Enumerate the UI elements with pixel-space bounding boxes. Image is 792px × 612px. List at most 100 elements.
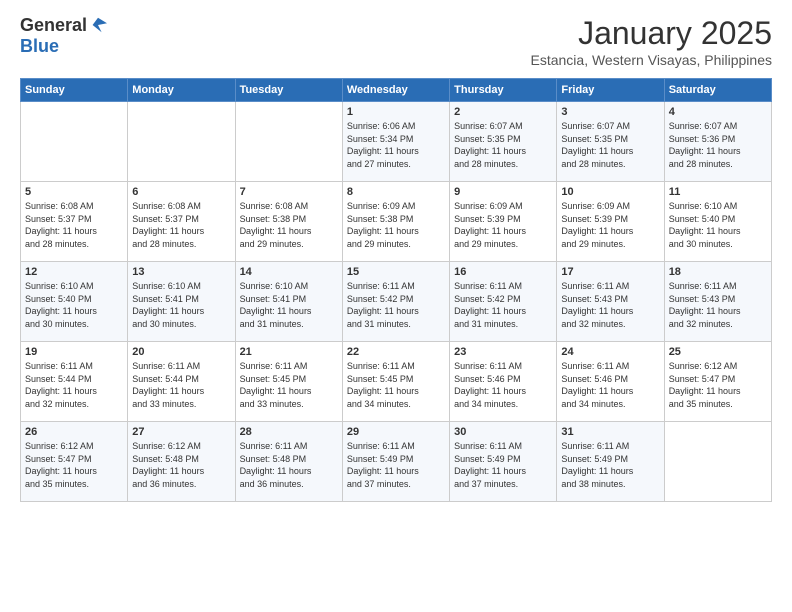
- calendar-cell: 21 Sunrise: 6:11 AM Sunset: 5:45 PM Dayli…: [235, 342, 342, 422]
- day-info: Sunrise: 6:10 AM Sunset: 5:41 PM Dayligh…: [132, 280, 230, 330]
- col-friday: Friday: [557, 79, 664, 102]
- logo-blue: Blue: [20, 36, 59, 56]
- day-number: 14: [240, 266, 338, 278]
- calendar-week-2: 5 Sunrise: 6:08 AM Sunset: 5:37 PM Daylig…: [21, 182, 772, 262]
- day-info: Sunrise: 6:11 AM Sunset: 5:42 PM Dayligh…: [347, 280, 445, 330]
- calendar-cell: 5 Sunrise: 6:08 AM Sunset: 5:37 PM Daylig…: [21, 182, 128, 262]
- calendar-cell: 8Sunrise: 6:09 AM Sunset: 5:38 PM Daylig…: [342, 182, 449, 262]
- day-number: 17: [561, 266, 659, 278]
- col-monday: Monday: [128, 79, 235, 102]
- day-info: Sunrise: 6:11 AM Sunset: 5:49 PM Dayligh…: [454, 440, 552, 490]
- calendar-cell: 10 Sunrise: 6:09 AM Sunset: 5:39 PM Dayli…: [557, 182, 664, 262]
- calendar-week-4: 19 Sunrise: 6:11 AM Sunset: 5:44 PM Dayli…: [21, 342, 772, 422]
- day-number: 7: [240, 186, 338, 198]
- day-info: Sunrise: 6:12 AM Sunset: 5:47 PM Dayligh…: [669, 360, 767, 410]
- day-number: 16: [454, 266, 552, 278]
- day-number: 2: [454, 106, 552, 118]
- day-info: Sunrise: 6:11 AM Sunset: 5:48 PM Dayligh…: [240, 440, 338, 490]
- calendar-cell: 9 Sunrise: 6:09 AM Sunset: 5:39 PM Daylig…: [450, 182, 557, 262]
- calendar-cell: 1Sunrise: 6:06 AM Sunset: 5:34 PM Daylig…: [342, 102, 449, 182]
- day-info: Sunrise: 6:11 AM Sunset: 5:43 PM Dayligh…: [561, 280, 659, 330]
- day-info: Sunrise: 6:11 AM Sunset: 5:44 PM Dayligh…: [132, 360, 230, 410]
- calendar-cell: 2 Sunrise: 6:07 AM Sunset: 5:35 PM Daylig…: [450, 102, 557, 182]
- calendar-cell: 31 Sunrise: 6:11 AM Sunset: 5:49 PM Dayli…: [557, 422, 664, 502]
- day-info: Sunrise: 6:08 AM Sunset: 5:37 PM Dayligh…: [132, 200, 230, 250]
- day-info: Sunrise: 6:09 AM Sunset: 5:39 PM Dayligh…: [454, 200, 552, 250]
- calendar-cell: 22Sunrise: 6:11 AM Sunset: 5:45 PM Dayli…: [342, 342, 449, 422]
- month-title: January 2025: [531, 15, 773, 52]
- calendar-cell: 15 Sunrise: 6:11 AM Sunset: 5:42 PM Dayli…: [342, 262, 449, 342]
- day-info: Sunrise: 6:11 AM Sunset: 5:45 PM Dayligh…: [347, 360, 445, 410]
- calendar-cell: 28 Sunrise: 6:11 AM Sunset: 5:48 PM Dayli…: [235, 422, 342, 502]
- day-number: 23: [454, 346, 552, 358]
- col-saturday: Saturday: [664, 79, 771, 102]
- col-sunday: Sunday: [21, 79, 128, 102]
- day-number: 3: [561, 106, 659, 118]
- day-number: 9: [454, 186, 552, 198]
- title-block: January 2025 Estancia, Western Visayas, …: [531, 15, 773, 68]
- day-info: Sunrise: 6:11 AM Sunset: 5:49 PM Dayligh…: [347, 440, 445, 490]
- day-number: 25: [669, 346, 767, 358]
- header: General Blue January 2025 Estancia, West…: [20, 15, 772, 68]
- day-info: Sunrise: 6:12 AM Sunset: 5:47 PM Dayligh…: [25, 440, 123, 490]
- day-number: 13: [132, 266, 230, 278]
- col-thursday: Thursday: [450, 79, 557, 102]
- day-number: 24: [561, 346, 659, 358]
- day-number: 19: [25, 346, 123, 358]
- page: General Blue January 2025 Estancia, West…: [0, 0, 792, 612]
- calendar-cell: 30 Sunrise: 6:11 AM Sunset: 5:49 PM Dayli…: [450, 422, 557, 502]
- calendar-cell: 17 Sunrise: 6:11 AM Sunset: 5:43 PM Dayli…: [557, 262, 664, 342]
- day-number: 28: [240, 426, 338, 438]
- logo: General Blue: [20, 15, 107, 57]
- calendar-cell: [128, 102, 235, 182]
- day-info: Sunrise: 6:07 AM Sunset: 5:35 PM Dayligh…: [561, 120, 659, 170]
- calendar-cell: 25 Sunrise: 6:12 AM Sunset: 5:47 PM Dayli…: [664, 342, 771, 422]
- day-info: Sunrise: 6:10 AM Sunset: 5:41 PM Dayligh…: [240, 280, 338, 330]
- day-info: Sunrise: 6:11 AM Sunset: 5:44 PM Dayligh…: [25, 360, 123, 410]
- day-info: Sunrise: 6:10 AM Sunset: 5:40 PM Dayligh…: [669, 200, 767, 250]
- calendar-table: Sunday Monday Tuesday Wednesday Thursday…: [20, 78, 772, 502]
- calendar-week-1: 1Sunrise: 6:06 AM Sunset: 5:34 PM Daylig…: [21, 102, 772, 182]
- day-number: 15: [347, 266, 445, 278]
- day-number: 27: [132, 426, 230, 438]
- day-number: 6: [132, 186, 230, 198]
- calendar-cell: 24Sunrise: 6:11 AM Sunset: 5:46 PM Dayli…: [557, 342, 664, 422]
- calendar-cell: 7 Sunrise: 6:08 AM Sunset: 5:38 PM Daylig…: [235, 182, 342, 262]
- col-tuesday: Tuesday: [235, 79, 342, 102]
- day-number: 5: [25, 186, 123, 198]
- calendar-cell: 29 Sunrise: 6:11 AM Sunset: 5:49 PM Dayli…: [342, 422, 449, 502]
- day-info: Sunrise: 6:09 AM Sunset: 5:39 PM Dayligh…: [561, 200, 659, 250]
- day-info: Sunrise: 6:10 AM Sunset: 5:40 PM Dayligh…: [25, 280, 123, 330]
- calendar-cell: 6 Sunrise: 6:08 AM Sunset: 5:37 PM Daylig…: [128, 182, 235, 262]
- day-info: Sunrise: 6:11 AM Sunset: 5:42 PM Dayligh…: [454, 280, 552, 330]
- day-info: Sunrise: 6:08 AM Sunset: 5:37 PM Dayligh…: [25, 200, 123, 250]
- day-number: 1: [347, 106, 445, 118]
- logo-bird-icon: [89, 16, 107, 34]
- day-number: 30: [454, 426, 552, 438]
- header-row: Sunday Monday Tuesday Wednesday Thursday…: [21, 79, 772, 102]
- day-number: 29: [347, 426, 445, 438]
- day-info: Sunrise: 6:07 AM Sunset: 5:36 PM Dayligh…: [669, 120, 767, 170]
- calendar-cell: [235, 102, 342, 182]
- day-info: Sunrise: 6:11 AM Sunset: 5:46 PM Dayligh…: [454, 360, 552, 410]
- day-info: Sunrise: 6:08 AM Sunset: 5:38 PM Dayligh…: [240, 200, 338, 250]
- day-info: Sunrise: 6:11 AM Sunset: 5:45 PM Dayligh…: [240, 360, 338, 410]
- logo-text-block: General Blue: [20, 15, 107, 57]
- day-number: 21: [240, 346, 338, 358]
- day-number: 12: [25, 266, 123, 278]
- calendar-cell: 20Sunrise: 6:11 AM Sunset: 5:44 PM Dayli…: [128, 342, 235, 422]
- day-number: 4: [669, 106, 767, 118]
- day-number: 10: [561, 186, 659, 198]
- calendar-week-3: 12 Sunrise: 6:10 AM Sunset: 5:40 PM Dayli…: [21, 262, 772, 342]
- calendar-cell: 4 Sunrise: 6:07 AM Sunset: 5:36 PM Daylig…: [664, 102, 771, 182]
- calendar-cell: 11Sunrise: 6:10 AM Sunset: 5:40 PM Dayli…: [664, 182, 771, 262]
- calendar-cell: 26Sunrise: 6:12 AM Sunset: 5:47 PM Dayli…: [21, 422, 128, 502]
- calendar-cell: 12 Sunrise: 6:10 AM Sunset: 5:40 PM Dayli…: [21, 262, 128, 342]
- day-info: Sunrise: 6:11 AM Sunset: 5:49 PM Dayligh…: [561, 440, 659, 490]
- day-info: Sunrise: 6:07 AM Sunset: 5:35 PM Dayligh…: [454, 120, 552, 170]
- day-number: 31: [561, 426, 659, 438]
- day-info: Sunrise: 6:12 AM Sunset: 5:48 PM Dayligh…: [132, 440, 230, 490]
- calendar-cell: 3 Sunrise: 6:07 AM Sunset: 5:35 PM Daylig…: [557, 102, 664, 182]
- calendar-cell: 27 Sunrise: 6:12 AM Sunset: 5:48 PM Dayli…: [128, 422, 235, 502]
- day-info: Sunrise: 6:11 AM Sunset: 5:43 PM Dayligh…: [669, 280, 767, 330]
